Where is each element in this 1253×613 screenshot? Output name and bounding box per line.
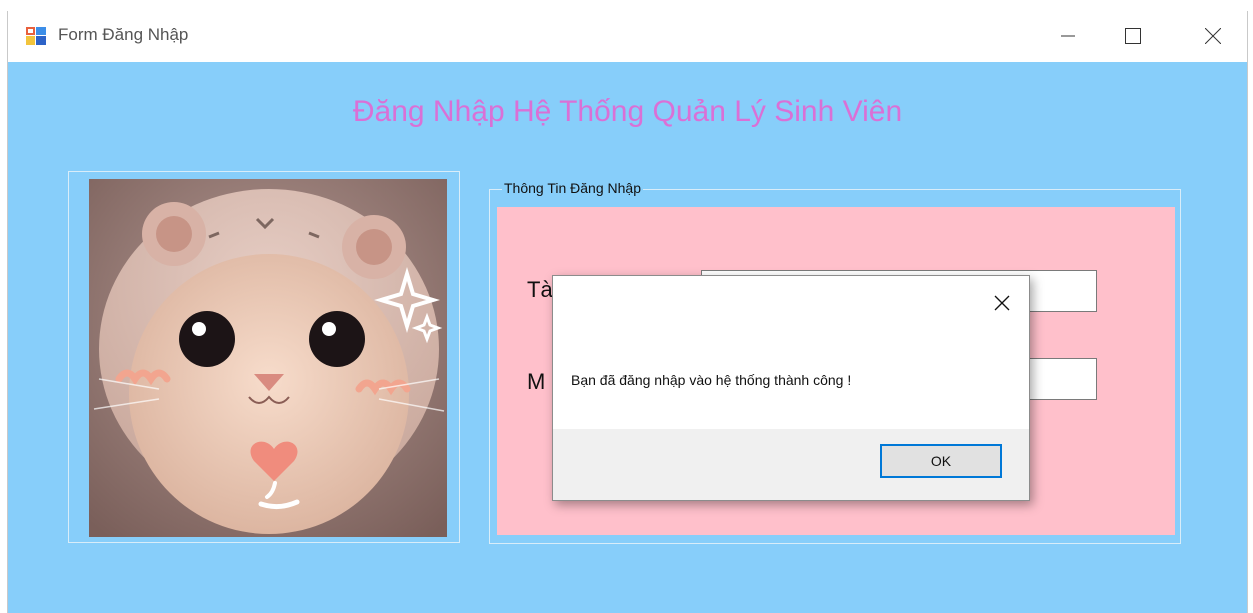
- dialog-close-button[interactable]: [987, 288, 1017, 318]
- cat-photo: [89, 179, 447, 537]
- form-app-icon: [26, 27, 46, 45]
- minimize-button[interactable]: [1038, 11, 1098, 61]
- window-title: Form Đăng Nhập: [58, 25, 189, 44]
- image-frame: [68, 171, 460, 543]
- dialog-message: Bạn đã đăng nhập vào hệ thống thành công…: [571, 372, 852, 388]
- maximize-button[interactable]: [1103, 11, 1163, 61]
- title-bar[interactable]: Form Đăng Nhập: [8, 11, 1247, 62]
- success-dialog: Bạn đã đăng nhập vào hệ thống thành công…: [552, 275, 1030, 501]
- maximize-icon: [1125, 28, 1141, 44]
- page-title: Đăng Nhập Hệ Thống Quản Lý Sinh Viên: [352, 95, 903, 128]
- ok-button[interactable]: OK: [880, 444, 1002, 478]
- group-legend: Thông Tin Đăng Nhập: [502, 180, 643, 196]
- close-icon: [1205, 28, 1221, 44]
- close-button[interactable]: [1183, 11, 1243, 61]
- username-label: Tà: [527, 277, 553, 302]
- password-label: M: [527, 369, 546, 394]
- close-icon: [994, 295, 1010, 311]
- dialog-footer: OK: [553, 429, 1029, 500]
- login-window: Form Đăng Nhập Đăng Nhập Hệ Thống Quản L…: [7, 11, 1248, 613]
- minimize-icon: [1061, 35, 1075, 37]
